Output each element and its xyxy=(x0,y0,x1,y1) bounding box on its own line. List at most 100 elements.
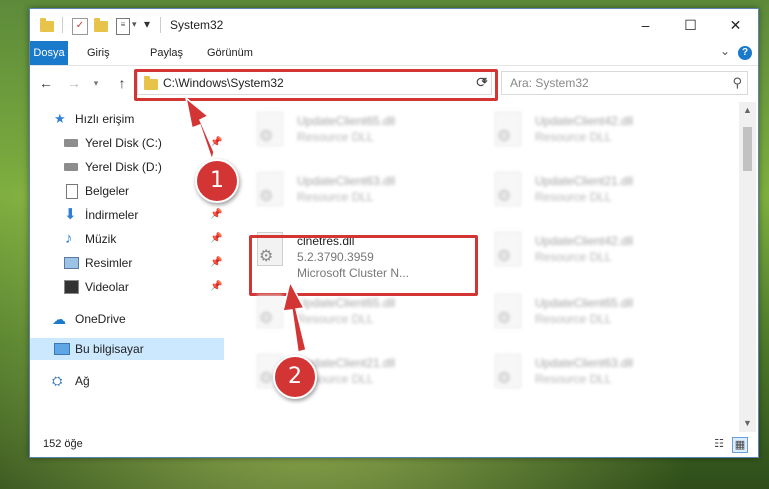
callout-2: 2 xyxy=(273,355,317,399)
vertical-scrollbar[interactable]: ▲ ▼ xyxy=(739,102,756,432)
sidebar-item-label: Ağ xyxy=(75,374,90,388)
file-name: UpdateClient63.dll xyxy=(297,174,396,188)
sidebar-item-videos[interactable]: Videolar 📌 xyxy=(30,276,224,298)
list-item[interactable]: ⚙ UpdateClient63.dll Resource DLL xyxy=(251,170,471,216)
sidebar-item-local-disk-c[interactable]: Yerel Disk (C:) 📌 xyxy=(30,132,224,154)
sidebar-item-label: Videolar xyxy=(85,280,129,294)
tab-file[interactable]: Dosya xyxy=(30,41,68,65)
pin-icon[interactable]: 📌 xyxy=(210,132,222,154)
quick-access-dropdown-icon[interactable]: ▾ xyxy=(144,17,150,32)
sidebar-item-label: İndirmeler xyxy=(85,208,139,222)
search-icon: ⚲ xyxy=(732,75,742,90)
pin-icon[interactable]: 📌 xyxy=(210,276,222,298)
back-arrow-icon[interactable]: ← xyxy=(36,73,56,93)
sidebar-item-label: Hızlı erişim xyxy=(75,112,135,126)
status-bar: 152 öğe ☷ ▦ xyxy=(30,432,758,457)
file-description: Resource DLL xyxy=(535,130,612,144)
sidebar-item-network[interactable]: ⛭ Ağ xyxy=(30,370,224,392)
close-button[interactable]: ✕ xyxy=(713,9,758,41)
pin-icon[interactable]: 📌 xyxy=(210,228,222,250)
tab-view[interactable]: Görünüm xyxy=(197,41,263,65)
file-description: Resource DLL xyxy=(535,190,612,204)
dll-file-icon: ⚙ xyxy=(491,172,523,212)
list-item[interactable]: ⚙ UpdateClient65.dll Resource DLL xyxy=(489,292,709,338)
sidebar-item-label: Müzik xyxy=(85,232,117,246)
file-name: UpdateClient21.dll xyxy=(535,174,634,188)
network-icon: ⛭ xyxy=(52,373,63,388)
drive-icon xyxy=(64,139,78,147)
sidebar-item-label: Yerel Disk (D:) xyxy=(85,160,162,174)
item-count: 152 öğe xyxy=(43,438,83,450)
customize-icon[interactable]: ≡ xyxy=(116,18,130,35)
search-placeholder: Ara: System32 xyxy=(510,76,589,90)
sidebar-item-music[interactable]: ♪ Müzik 📌 xyxy=(30,228,224,250)
chevron-down-icon[interactable]: ⌄ xyxy=(720,44,730,58)
list-item[interactable]: ⚙ UpdateClient21.dll Resource DLL xyxy=(489,170,709,216)
file-description: Resource DLL xyxy=(535,372,612,386)
pin-icon[interactable]: 📌 xyxy=(210,204,222,226)
separator xyxy=(160,17,161,33)
sidebar-item-label: Bu bilgisayar xyxy=(75,342,144,356)
file-description: Resource DLL xyxy=(297,312,374,326)
navigation-pane: ★ Hızlı erişim Yerel Disk (C:) 📌 Yerel D… xyxy=(30,102,226,432)
cloud-icon: ☁ xyxy=(52,311,66,327)
videos-icon xyxy=(64,280,79,294)
dll-file-icon: ⚙ xyxy=(253,294,285,334)
sidebar-item-this-pc[interactable]: Bu bilgisayar xyxy=(30,338,224,360)
dll-file-icon: ⚙ xyxy=(491,112,523,152)
file-explorer-window: ✓ ≡ ▾ ▾ System32 – ☐ ✕ Dosya Giriş Payla… xyxy=(29,8,759,458)
sidebar-item-pictures[interactable]: Resimler 📌 xyxy=(30,252,224,274)
list-item[interactable]: ⚙ UpdateClient65.dll Resource DLL xyxy=(251,292,471,338)
file-description: Resource DLL xyxy=(297,190,374,204)
highlight-box-address xyxy=(134,69,498,101)
minimize-button[interactable]: – xyxy=(623,9,668,41)
list-item[interactable]: ⚙ UpdateClient63.dll Resource DLL xyxy=(489,352,709,398)
scroll-down-icon[interactable]: ▼ xyxy=(739,415,756,432)
sidebar-item-label: Yerel Disk (C:) xyxy=(85,136,162,150)
pictures-icon xyxy=(64,257,79,269)
file-name: UpdateClient42.dll xyxy=(535,234,634,248)
callout-1: 1 xyxy=(195,159,239,203)
download-icon: ⬇ xyxy=(64,206,77,223)
file-name: UpdateClient65.dll xyxy=(297,114,396,128)
computer-icon xyxy=(54,343,70,355)
title-bar: ✓ ≡ ▾ ▾ System32 – ☐ ✕ xyxy=(30,9,758,41)
details-view-icon[interactable]: ☷ xyxy=(712,437,726,451)
sidebar-item-label: Resimler xyxy=(85,256,133,270)
window-title: System32 xyxy=(170,18,224,32)
large-icons-view-icon[interactable]: ▦ xyxy=(732,437,748,453)
maximize-button[interactable]: ☐ xyxy=(668,9,713,41)
file-name: UpdateClient63.dll xyxy=(535,356,634,370)
list-item[interactable]: ⚙ UpdateClient65.dll Resource DLL xyxy=(251,110,471,156)
dll-file-icon: ⚙ xyxy=(253,112,285,152)
pin-icon[interactable]: 📌 xyxy=(210,252,222,274)
scroll-thumb[interactable] xyxy=(743,127,752,171)
highlight-box-file xyxy=(249,235,478,296)
tab-share[interactable]: Paylaş xyxy=(140,41,193,65)
sidebar-item-label: Belgeler xyxy=(85,184,130,198)
tab-home[interactable]: Giriş xyxy=(77,41,120,65)
dll-file-icon: ⚙ xyxy=(491,232,523,272)
sidebar-item-label: OneDrive xyxy=(75,312,126,326)
properties-icon[interactable]: ✓ xyxy=(72,18,88,35)
file-description: Resource DLL xyxy=(535,250,612,264)
dll-file-icon: ⚙ xyxy=(491,294,523,334)
list-item[interactable]: ⚙ UpdateClient42.dll Resource DLL xyxy=(489,110,709,156)
list-item[interactable]: ⚙ UpdateClient42.dll Resource DLL xyxy=(489,230,709,276)
sidebar-item-quick-access[interactable]: ★ Hızlı erişim xyxy=(30,108,224,130)
chevron-down-icon[interactable]: ▾ xyxy=(132,19,137,34)
help-icon[interactable]: ? xyxy=(738,46,752,60)
music-icon: ♪ xyxy=(65,230,73,247)
forward-arrow-icon[interactable]: → xyxy=(64,73,84,93)
file-name: UpdateClient65.dll xyxy=(535,296,634,310)
ribbon-tabs: Dosya Giriş Paylaş Görünüm ⌄ ? xyxy=(30,41,758,66)
up-arrow-icon[interactable]: ↑ xyxy=(112,73,132,93)
sidebar-item-onedrive[interactable]: ☁ OneDrive xyxy=(30,308,224,330)
separator xyxy=(62,17,63,33)
file-description: Resource DLL xyxy=(297,130,374,144)
dll-file-icon: ⚙ xyxy=(253,172,285,212)
search-input[interactable]: Ara: System32 ⚲ xyxy=(501,71,748,95)
sidebar-item-downloads[interactable]: ⬇ İndirmeler 📌 xyxy=(30,204,224,226)
recent-locations-icon[interactable]: ▾ xyxy=(86,73,106,93)
scroll-up-icon[interactable]: ▲ xyxy=(739,102,756,119)
